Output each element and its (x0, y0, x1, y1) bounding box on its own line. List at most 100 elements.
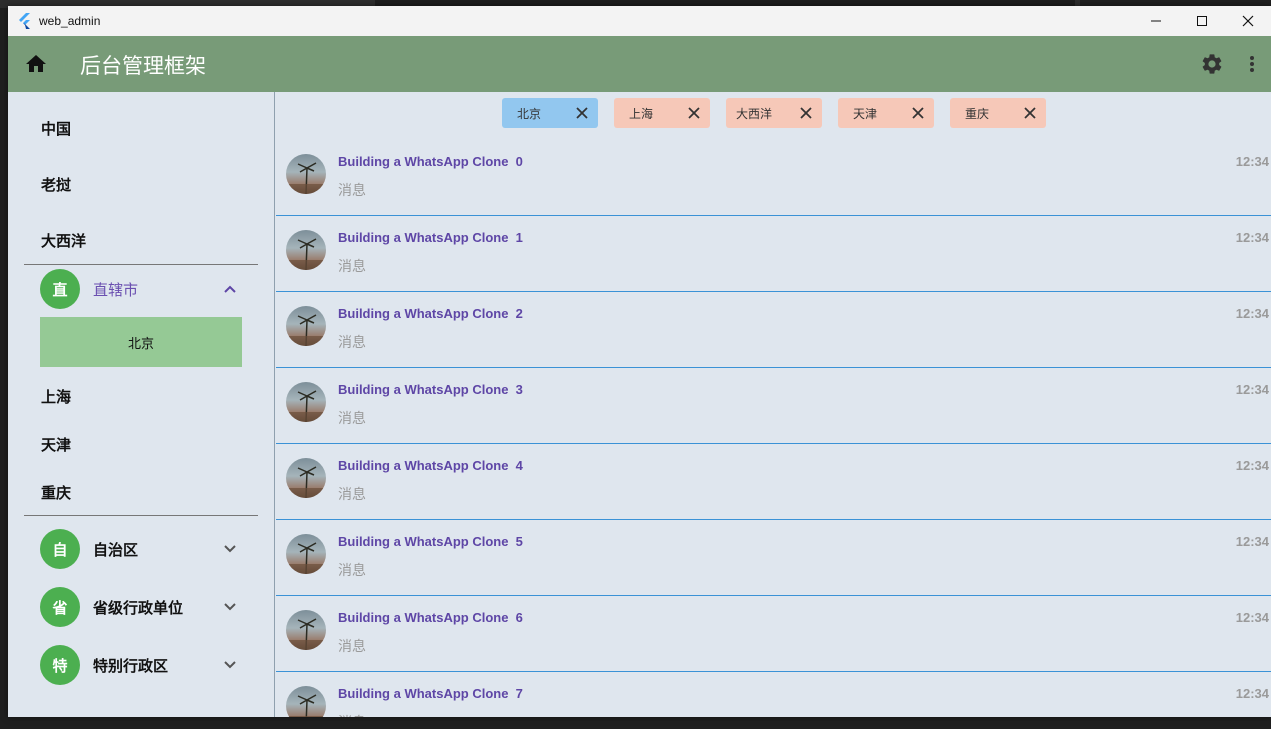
close-window-button[interactable] (1225, 6, 1271, 36)
list-item[interactable]: Building a WhatsApp Clone 6 消息 12:34 (276, 596, 1271, 672)
maximize-button[interactable] (1179, 6, 1225, 36)
group-label[interactable]: 自治区 (93, 539, 138, 560)
group-avatar: 省 (40, 587, 80, 627)
more-button[interactable] (1244, 52, 1260, 76)
settings-button[interactable] (1200, 52, 1224, 76)
title-bar: web_admin (8, 6, 1271, 36)
tab-atlantic[interactable]: 大西洋 (726, 98, 822, 128)
message-title: Building a WhatsApp Clone 6 (338, 610, 523, 625)
message-subtitle: 消息 (338, 411, 366, 427)
message-title: Building a WhatsApp Clone 1 (338, 230, 523, 245)
minimize-icon (1151, 20, 1161, 22)
tab-label: 重庆 (965, 106, 990, 121)
avatar (286, 458, 326, 498)
message-time: 12:34 (1235, 610, 1269, 625)
tab-label: 上海 (629, 106, 654, 121)
avatar (286, 534, 326, 574)
minimize-button[interactable] (1133, 6, 1179, 36)
group-avatar: 特 (40, 645, 80, 685)
sidebar-divider (274, 92, 275, 717)
flutter-icon (17, 13, 33, 29)
group-label[interactable]: 直辖市 (93, 279, 138, 300)
list-item[interactable]: Building a WhatsApp Clone 5 消息 12:34 (276, 520, 1271, 596)
close-icon[interactable] (911, 106, 925, 120)
chevron-down-icon[interactable] (222, 599, 238, 615)
tab-bar: 北京 上海 大西洋 天津 重庆 (276, 98, 1271, 128)
message-time: 12:34 (1235, 230, 1269, 245)
gear-icon (1202, 54, 1222, 74)
chevron-up-icon[interactable] (222, 281, 238, 297)
avatar (286, 230, 326, 270)
message-time: 12:34 (1235, 382, 1269, 397)
home-button[interactable] (24, 52, 48, 76)
sub-item[interactable]: 上海 (41, 386, 71, 407)
window-title: web_admin (39, 14, 101, 28)
close-icon[interactable] (799, 106, 813, 120)
avatar (286, 686, 326, 717)
sidebar-item[interactable]: 中国 (41, 118, 71, 139)
tab-tianjin[interactable]: 天津 (838, 98, 934, 128)
list-item[interactable]: Building a WhatsApp Clone 4 消息 12:34 (276, 444, 1271, 520)
sub-item-selected[interactable]: 北京 (40, 317, 242, 367)
main-content: 北京 上海 大西洋 天津 重庆 Building a WhatsApp Clon… (276, 92, 1271, 717)
list-item[interactable]: Building a WhatsApp Clone 3 消息 12:34 (276, 368, 1271, 444)
maximize-icon (1197, 16, 1207, 26)
message-time: 12:34 (1235, 458, 1269, 473)
tab-beijing[interactable]: 北京 (502, 98, 598, 128)
message-time: 12:34 (1235, 154, 1269, 169)
home-icon (26, 55, 46, 72)
list-item[interactable]: Building a WhatsApp Clone 0 消息 12:34 (276, 140, 1271, 216)
message-subtitle: 消息 (338, 712, 366, 717)
message-subtitle: 消息 (338, 335, 366, 351)
group-avatar: 自 (40, 529, 80, 569)
avatar (286, 154, 326, 194)
message-subtitle: 消息 (338, 259, 366, 275)
message-title: Building a WhatsApp Clone 2 (338, 306, 523, 321)
group-avatar: 直 (40, 269, 80, 309)
chevron-down-icon[interactable] (222, 657, 238, 673)
message-subtitle: 消息 (338, 563, 366, 579)
list-item[interactable]: Building a WhatsApp Clone 1 消息 12:34 (276, 216, 1271, 292)
close-icon[interactable] (687, 106, 701, 120)
message-subtitle: 消息 (338, 487, 366, 503)
sub-item-label: 北京 (127, 336, 154, 352)
divider (24, 515, 258, 516)
list-item[interactable]: Building a WhatsApp Clone 2 消息 12:34 (276, 292, 1271, 368)
divider (24, 264, 258, 265)
sidebar-item[interactable]: 大西洋 (41, 230, 86, 251)
group-label[interactable]: 省级行政单位 (93, 597, 183, 618)
app-bar: 后台管理框架 (8, 36, 1271, 92)
app-window: web_admin 后台管理框架 中国 老挝 大西洋 直 直辖市 北京 上海 天… (8, 6, 1271, 717)
window-controls (1133, 6, 1271, 36)
sub-item[interactable]: 天津 (41, 434, 71, 455)
message-title: Building a WhatsApp Clone 5 (338, 534, 523, 549)
close-icon[interactable] (575, 106, 589, 120)
sub-item[interactable]: 重庆 (41, 482, 71, 503)
tab-label: 大西洋 (736, 106, 773, 121)
message-title: Building a WhatsApp Clone 3 (338, 382, 523, 397)
message-subtitle: 消息 (338, 639, 366, 655)
avatar (286, 306, 326, 346)
message-title: Building a WhatsApp Clone 0 (338, 154, 523, 169)
group-label[interactable]: 特别行政区 (93, 655, 168, 676)
avatar (286, 382, 326, 422)
list-item[interactable]: Building a WhatsApp Clone 7 消息 12:34 (276, 672, 1271, 717)
tab-label: 北京 (517, 106, 542, 121)
sidebar-item[interactable]: 老挝 (41, 174, 71, 195)
message-title: Building a WhatsApp Clone 4 (338, 458, 523, 473)
tab-shanghai[interactable]: 上海 (614, 98, 710, 128)
chevron-down-icon[interactable] (222, 541, 238, 557)
tab-label: 天津 (853, 106, 878, 121)
message-time: 12:34 (1235, 306, 1269, 321)
message-title: Building a WhatsApp Clone 7 (338, 686, 523, 701)
sidebar: 中国 老挝 大西洋 直 直辖市 北京 上海 天津 重庆 自 自治区 省 省级行政… (8, 92, 275, 717)
avatar (286, 610, 326, 650)
more-vert-icon (1250, 56, 1254, 72)
tab-chongqing[interactable]: 重庆 (950, 98, 1046, 128)
app-title: 后台管理框架 (80, 54, 206, 78)
message-time: 12:34 (1235, 686, 1269, 701)
close-icon (1242, 15, 1254, 27)
message-time: 12:34 (1235, 534, 1269, 549)
message-subtitle: 消息 (338, 183, 366, 199)
close-icon[interactable] (1023, 106, 1037, 120)
